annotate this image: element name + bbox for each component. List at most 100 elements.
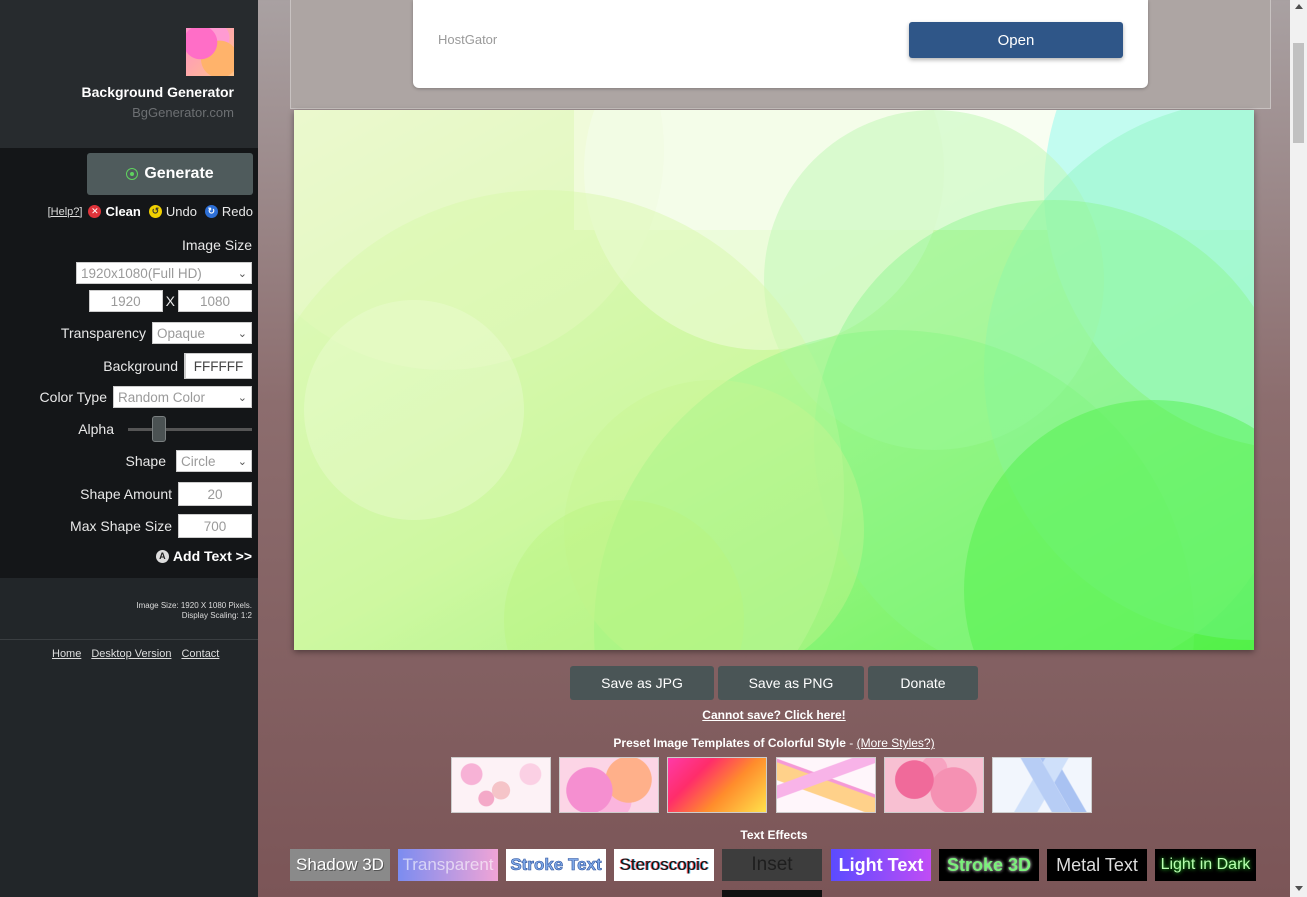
brand-subtitle: BgGenerator.com <box>132 105 234 120</box>
shape-value: Circle <box>181 453 216 469</box>
shape-row: Shape Circle ⌄ <box>126 450 252 472</box>
effect-stroke-text[interactable]: Stroke Text <box>506 849 606 881</box>
redo-icon[interactable]: ↻ <box>204 205 218 218</box>
max-shape-size-row: Max Shape Size <box>70 514 252 538</box>
chevron-down-icon: ⌄ <box>237 327 247 340</box>
background-preview <box>294 110 1254 650</box>
alpha-row: Alpha <box>78 415 252 442</box>
contact-link[interactable]: Contact <box>181 648 219 660</box>
redo-button[interactable]: Redo <box>222 204 253 219</box>
save-png-button[interactable]: Save as PNG <box>718 666 864 700</box>
text-effects-heading: Text Effects <box>740 828 808 842</box>
effect-shadow-3d[interactable]: Shadow 3D <box>290 849 390 881</box>
background-label: Background <box>103 358 178 374</box>
shape-select[interactable]: Circle ⌄ <box>176 450 252 472</box>
generate-label: Generate <box>144 165 214 182</box>
preset-heading-title: Preset Image Templates of Colorful Style <box>613 736 846 750</box>
scroll-down-arrow-icon[interactable] <box>1295 886 1303 891</box>
ad-brand: HostGator <box>438 32 498 47</box>
preset-heading: Preset Image Templates of Colorful Style… <box>0 736 1307 750</box>
brand-title: Background Generator <box>81 84 234 100</box>
preset-heading-separator: - <box>845 736 857 750</box>
scroll-up-arrow-icon[interactable] <box>1295 4 1303 9</box>
shape-label: Shape <box>125 453 166 469</box>
footer-links: Home Desktop Version Contact <box>52 648 219 660</box>
effect-stereoscopic[interactable]: Steroscopic <box>614 849 714 881</box>
color-type-row: Color Type Random Color ⌄ <box>40 386 252 408</box>
chevron-down-icon: ⌄ <box>237 391 247 404</box>
home-link[interactable]: Home <box>52 648 81 660</box>
effect-light-text[interactable]: Light Text <box>831 849 931 881</box>
width-input[interactable] <box>88 290 163 312</box>
effect-stroke-3d[interactable]: Stroke 3D <box>939 849 1039 881</box>
undo-icon[interactable]: ↺ <box>148 205 162 218</box>
desktop-version-link[interactable]: Desktop Version <box>91 648 171 660</box>
height-input[interactable] <box>178 290 252 312</box>
more-styles-link[interactable]: (More Styles?) <box>857 736 935 750</box>
background-color-input[interactable] <box>184 353 252 379</box>
times-label: X <box>165 293 175 309</box>
action-links: [Help?] ✕ Clean ↺ Undo ↻ Redo <box>48 204 253 219</box>
sidebar: Background Generator BgGenerator.com Gen… <box>0 0 258 897</box>
add-text-label: Add Text >> <box>172 548 252 564</box>
transparency-value: Opaque <box>157 325 206 341</box>
add-text-button[interactable]: A Add Text >> <box>155 548 252 564</box>
help-link[interactable]: [Help?] <box>48 206 83 218</box>
preset-thumb-5[interactable] <box>884 757 984 813</box>
shape-amount-label: Shape Amount <box>80 486 172 502</box>
page-scrollbar[interactable] <box>1290 0 1307 897</box>
transparency-label: Transparency <box>60 325 146 341</box>
dimension-row: X <box>88 290 252 312</box>
add-text-icon: A <box>155 549 169 563</box>
chevron-down-icon: ⌄ <box>237 267 247 280</box>
image-size-value: 1920x1080(Full HD) <box>81 265 202 281</box>
save-jpg-button[interactable]: Save as JPG <box>570 666 714 700</box>
effect-light-in-dark[interactable]: Light in Dark <box>1155 849 1256 881</box>
image-size-row: Image Size <box>182 237 252 253</box>
color-type-label: Color Type <box>39 389 107 405</box>
generate-button[interactable]: Generate <box>87 153 253 195</box>
sidebar-divider <box>0 639 258 640</box>
shape-amount-row: Shape Amount <box>80 482 252 506</box>
preset-thumb-4[interactable] <box>776 757 876 813</box>
preset-thumb-2[interactable] <box>559 757 659 813</box>
image-size-info: Image Size: 1920 X 1080 Pixels. <box>136 601 252 610</box>
ad-open-button[interactable]: Open <box>909 22 1123 58</box>
alpha-slider-thumb[interactable] <box>152 415 166 442</box>
clean-icon[interactable]: ✕ <box>88 205 102 218</box>
clean-button[interactable]: Clean <box>105 204 140 219</box>
image-size-label: Image Size <box>181 237 252 253</box>
undo-button[interactable]: Undo <box>166 204 197 219</box>
background-row: Background <box>103 353 252 379</box>
preset-thumb-6[interactable] <box>992 757 1092 813</box>
brand-header: Background Generator BgGenerator.com <box>0 0 258 148</box>
alpha-label: Alpha <box>78 421 114 437</box>
chevron-down-icon: ⌄ <box>237 455 247 468</box>
image-info: Image Size: 1920 X 1080 Pixels. Display … <box>136 601 252 621</box>
color-type-select[interactable]: Random Color ⌄ <box>113 386 252 408</box>
effect-inset[interactable]: Inset <box>722 849 822 881</box>
scrollbar-thumb[interactable] <box>1293 43 1304 143</box>
image-size-select[interactable]: 1920x1080(Full HD) ⌄ <box>76 262 252 284</box>
shape-amount-input[interactable] <box>178 482 252 506</box>
effect-metal-text[interactable]: Metal Text <box>1047 849 1147 881</box>
generate-icon <box>126 168 139 180</box>
controls-panel: Generate [Help?] ✕ Clean ↺ Undo ↻ Redo I… <box>0 148 258 578</box>
ad-card[interactable]: HostGator Open <box>413 0 1148 88</box>
preset-thumb-3[interactable] <box>667 757 767 813</box>
preview-shapes <box>294 110 1254 650</box>
max-shape-size-input[interactable] <box>178 514 252 538</box>
cannot-save-link[interactable]: Cannot save? Click here! <box>0 708 1307 722</box>
effect-transparent[interactable]: Transparent <box>398 849 498 881</box>
transparency-row: Transparency Opaque ⌄ <box>61 322 252 344</box>
display-scaling-info: Display Scaling: 1:2 <box>181 611 252 620</box>
donate-button[interactable]: Donate <box>868 666 978 700</box>
image-size-select-row: 1920x1080(Full HD) ⌄ <box>76 262 252 284</box>
effect-partial-next[interactable] <box>722 890 822 897</box>
color-type-value: Random Color <box>118 389 206 405</box>
alpha-slider[interactable] <box>128 415 252 442</box>
logo-icon[interactable] <box>186 28 234 76</box>
max-shape-size-label: Max Shape Size <box>70 518 172 534</box>
transparency-select[interactable]: Opaque ⌄ <box>152 322 252 344</box>
preset-thumb-1[interactable] <box>451 757 551 813</box>
